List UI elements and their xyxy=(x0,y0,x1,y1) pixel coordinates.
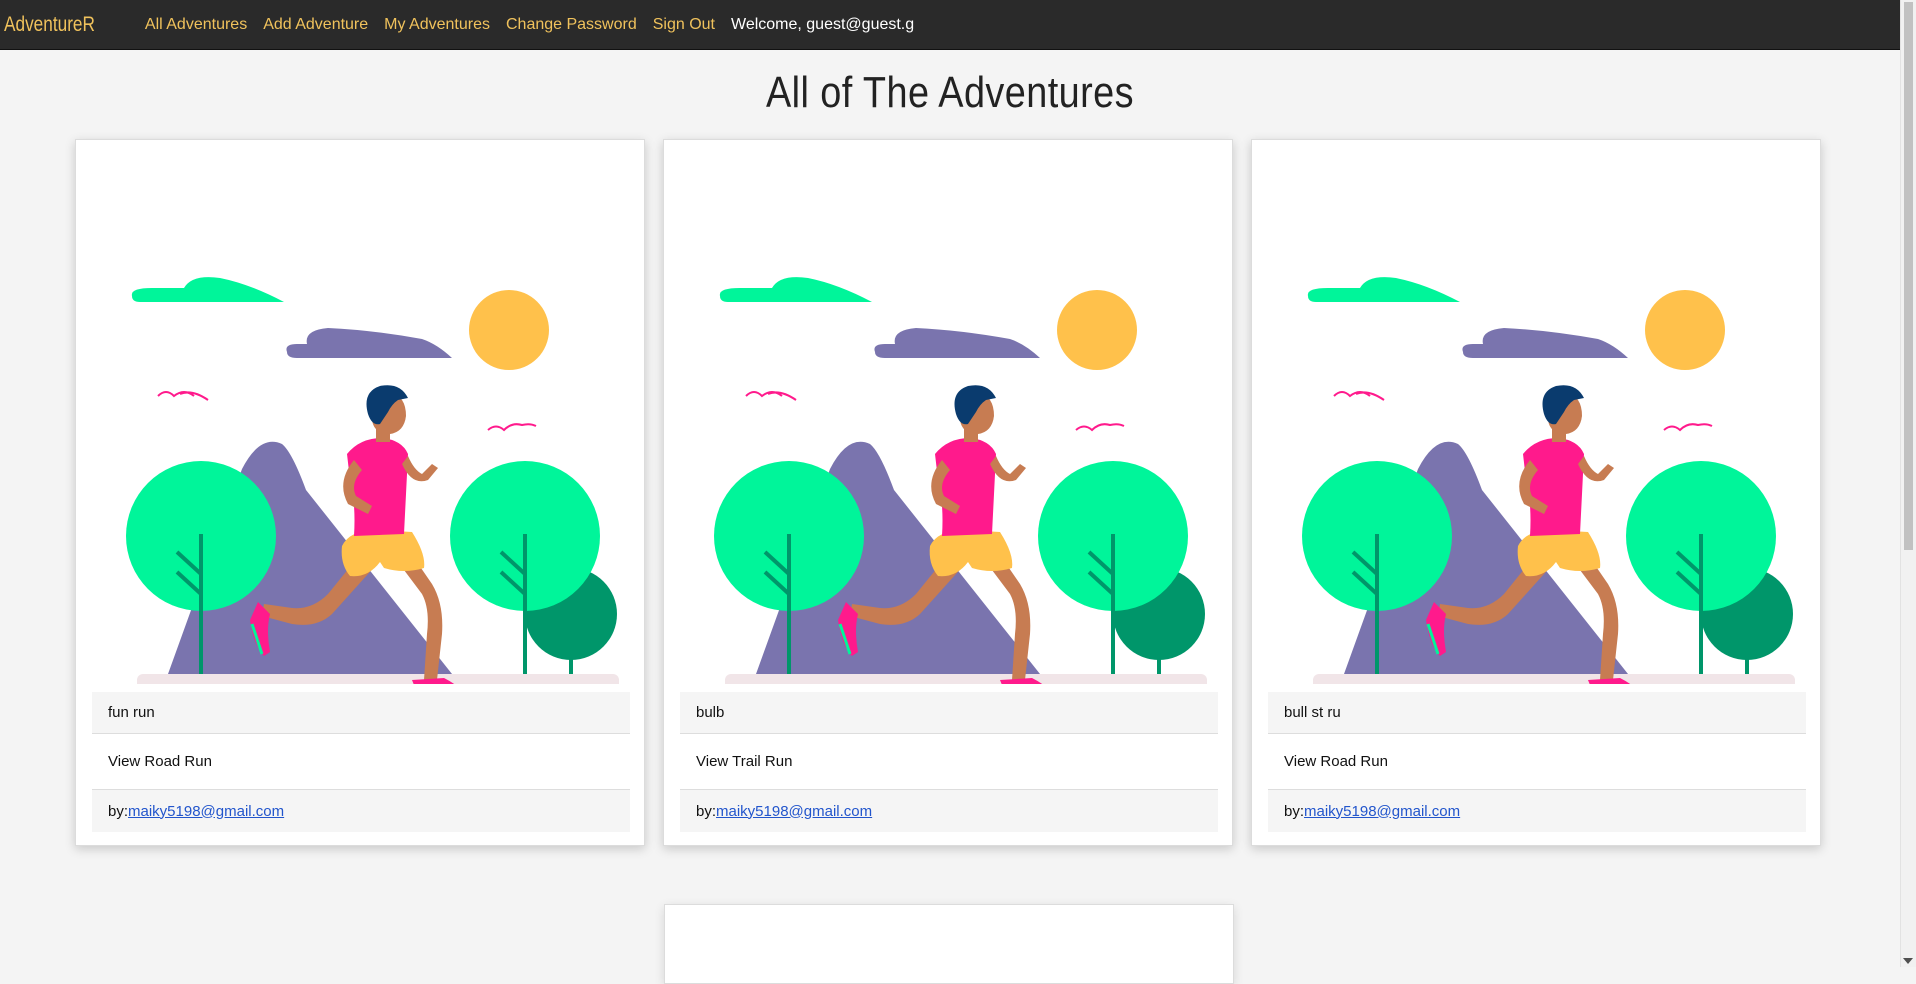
scroll-down-arrow-icon[interactable] xyxy=(1903,958,1913,964)
view-adventure-link[interactable]: View Trail Run xyxy=(680,734,1218,790)
card-author: by: maiky5198@gmail.com xyxy=(92,790,630,832)
nav-change-password[interactable]: Change Password xyxy=(506,16,637,34)
adventure-card-partial xyxy=(664,904,1234,984)
nav-all-adventures[interactable]: All Adventures xyxy=(145,16,247,34)
card-title: bull st ru xyxy=(1268,692,1806,734)
adventure-card: bull st ru View Road Run by: maiky5198@gm… xyxy=(1251,139,1821,846)
navbar: AdventureR All Adventures Add Adventure … xyxy=(0,0,1900,50)
card-author: by: maiky5198@gmail.com xyxy=(680,790,1218,832)
vertical-scrollbar[interactable] xyxy=(1900,0,1916,967)
author-by-label: by: xyxy=(1284,802,1305,820)
view-adventure-link[interactable]: View Road Run xyxy=(1268,734,1806,790)
nav-add-adventure[interactable]: Add Adventure xyxy=(263,16,368,34)
author-by-label: by: xyxy=(696,802,717,820)
runner-illustration xyxy=(124,275,621,684)
nav-my-adventures[interactable]: My Adventures xyxy=(384,16,490,34)
page-title-text: All of The Adventures xyxy=(765,68,1135,117)
welcome-text: Welcome, guest@guest.g xyxy=(731,15,915,33)
runner-illustration xyxy=(1300,275,1797,684)
card-title: bulb xyxy=(680,692,1218,734)
adventure-card: bulb View Trail Run by: maiky5198@gmail.c… xyxy=(663,139,1233,846)
card-author: by: maiky5198@gmail.com xyxy=(1268,790,1806,832)
runner-illustration xyxy=(712,275,1209,684)
author-email-link[interactable]: maiky5198@gmail.com xyxy=(1304,803,1460,820)
nav-sign-out[interactable]: Sign Out xyxy=(653,16,715,34)
scrollbar-thumb[interactable] xyxy=(1904,2,1913,550)
author-by-label: by: xyxy=(108,802,129,820)
author-email-link[interactable]: maiky5198@gmail.com xyxy=(716,803,872,820)
card-title: fun run xyxy=(92,692,630,734)
author-email-link[interactable]: maiky5198@gmail.com xyxy=(128,803,284,820)
page-title: All of The Adventures xyxy=(0,68,1900,118)
view-adventure-link[interactable]: View Road Run xyxy=(92,734,630,790)
adventure-card: fun run View Road Run by: maiky5198@gmail… xyxy=(75,139,645,846)
brand-logo[interactable]: AdventureR xyxy=(4,13,95,37)
